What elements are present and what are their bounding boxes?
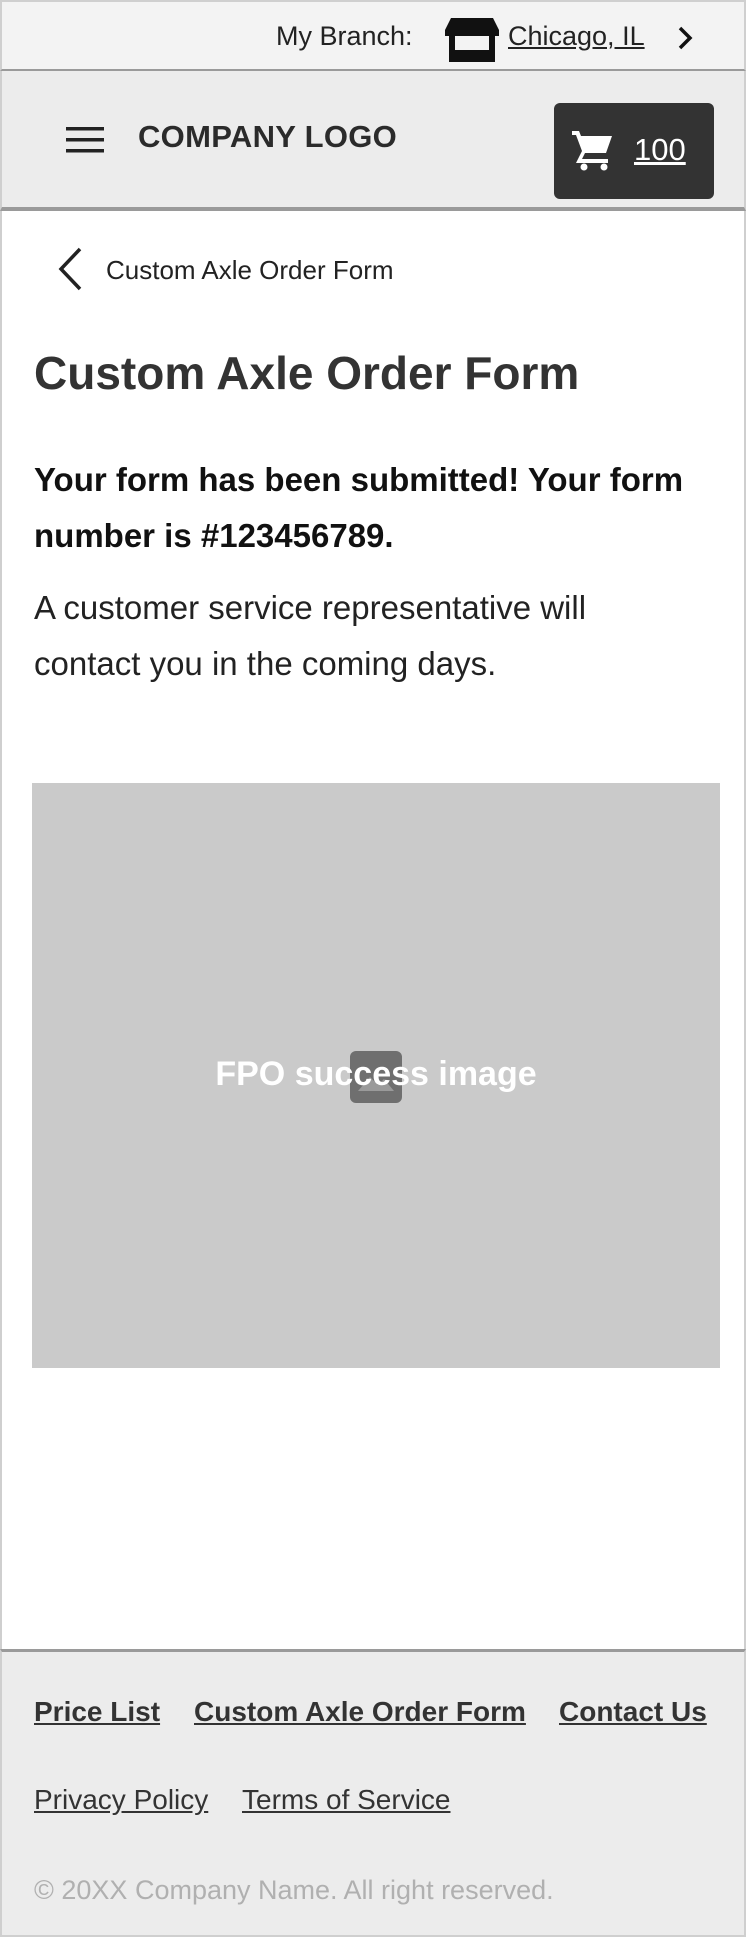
shopping-cart-icon <box>572 131 612 171</box>
branch-label: My Branch: <box>276 21 413 51</box>
footer-link-contact-us[interactable]: Contact Us <box>559 1696 707 1728</box>
confirmation-message: Your form has been submitted! Your form … <box>34 461 684 554</box>
footer-link-price-list[interactable]: Price List <box>34 1696 160 1728</box>
footer-link-terms-of-service[interactable]: Terms of Service <box>242 1784 451 1816</box>
chevron-right-icon[interactable] <box>674 24 696 52</box>
success-image-placeholder: FPO success image <box>32 783 720 1368</box>
site-footer: Price List Custom Axle Order Form Contac… <box>0 1649 746 1937</box>
cart-button[interactable]: 100 <box>554 103 714 199</box>
chevron-left-icon[interactable] <box>56 246 84 292</box>
branch-city-link[interactable]: Chicago, IL <box>508 21 645 52</box>
confirmation-subtext: A customer service representative will c… <box>34 589 587 682</box>
copyright-text: © 20XX Company Name. All right reserved. <box>34 1875 554 1905</box>
footer-link-privacy-policy[interactable]: Privacy Policy <box>34 1784 208 1816</box>
company-logo[interactable]: COMPANY LOGO <box>138 119 397 155</box>
branch-bar: My Branch: Chicago, IL <box>0 0 746 71</box>
site-header: COMPANY LOGO 100 <box>0 71 746 211</box>
footer-link-custom-axle-order-form[interactable]: Custom Axle Order Form <box>194 1696 526 1728</box>
hamburger-menu-icon[interactable] <box>66 125 106 155</box>
page-title: Custom Axle Order Form <box>34 347 580 399</box>
image-label: FPO success image <box>215 1055 537 1093</box>
store-icon <box>445 18 499 62</box>
cart-count: 100 <box>634 132 686 167</box>
breadcrumb[interactable]: Custom Axle Order Form <box>106 255 394 286</box>
